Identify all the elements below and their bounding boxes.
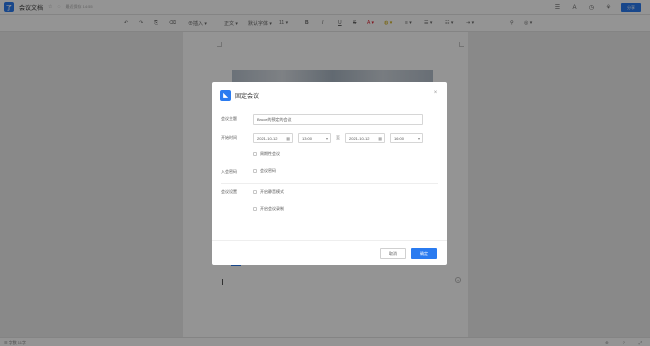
start-time-label: 开始时间 bbox=[221, 135, 237, 140]
settings-label: 会议设置 bbox=[221, 189, 237, 194]
end-time-select[interactable]: 16:00 ▾ bbox=[390, 133, 423, 143]
start-date-picker[interactable]: 2021-10-12 ▦ bbox=[253, 133, 293, 143]
meeting-app-icon: ◣ bbox=[220, 90, 231, 101]
start-date-value: 2021-10-12 bbox=[257, 135, 278, 141]
subject-value: Bruce的预定的会议 bbox=[257, 116, 292, 122]
subject-input[interactable]: Bruce的预定的会议 bbox=[253, 114, 423, 125]
record-option-label: 开启会议录制 bbox=[260, 206, 284, 211]
cancel-button[interactable]: 取消 bbox=[380, 248, 406, 259]
mute-option-checkbox[interactable]: 开启静音模式 bbox=[253, 189, 284, 195]
end-date-picker[interactable]: 2021-10-12 ▦ bbox=[345, 133, 385, 143]
section-divider bbox=[221, 183, 438, 184]
start-time-select[interactable]: 13:00 ▾ bbox=[298, 133, 331, 143]
checkbox-box bbox=[253, 152, 257, 156]
record-option-checkbox[interactable]: 开启会议录制 bbox=[253, 206, 284, 212]
end-date-value: 2021-10-12 bbox=[349, 135, 370, 141]
meeting-password-checkbox[interactable]: 会议密码 bbox=[253, 168, 276, 174]
chevron-down-icon: ▾ bbox=[325, 135, 328, 141]
subject-label: 会议主题 bbox=[221, 116, 237, 121]
password-option-label: 会议密码 bbox=[260, 168, 276, 173]
repeat-meeting-checkbox[interactable]: 周期性会议 bbox=[253, 151, 280, 157]
calendar-icon: ▦ bbox=[378, 135, 382, 141]
to-label: 至 bbox=[336, 135, 340, 140]
close-icon[interactable]: × bbox=[432, 89, 439, 96]
dialog-title: 固定会议 bbox=[235, 94, 260, 100]
checkbox-box bbox=[253, 169, 257, 173]
password-section-label: 入会密码 bbox=[221, 169, 237, 174]
footer-divider bbox=[212, 240, 447, 241]
chevron-down-icon: ▾ bbox=[417, 135, 420, 141]
checkbox-box bbox=[253, 190, 257, 194]
checkbox-box bbox=[253, 207, 257, 211]
end-time-value: 16:00 bbox=[394, 135, 405, 141]
repeat-label: 周期性会议 bbox=[260, 151, 280, 156]
mute-option-label: 开启静音模式 bbox=[260, 189, 284, 194]
schedule-meeting-dialog: ◣ 固定会议 × 会议主题 Bruce的预定的会议 开始时间 2021-10-1… bbox=[212, 82, 447, 265]
calendar-icon: ▦ bbox=[286, 135, 290, 141]
confirm-button[interactable]: 确定 bbox=[411, 248, 437, 259]
start-time-value: 13:00 bbox=[302, 135, 313, 141]
